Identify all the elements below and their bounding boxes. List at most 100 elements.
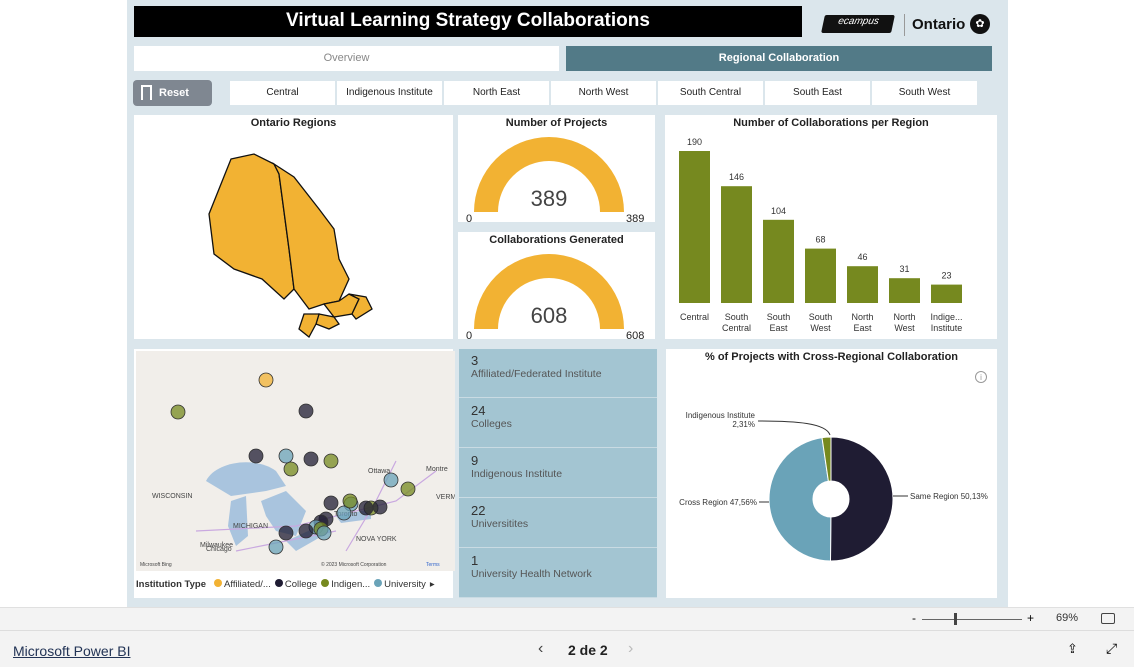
data-label: 146: [729, 172, 744, 182]
card-count: 22: [471, 503, 486, 518]
next-page-icon[interactable]: ›: [628, 640, 633, 658]
zoom-slider-handle[interactable]: [954, 613, 957, 625]
slicer-north-west[interactable]: North West: [551, 81, 656, 105]
slice-label-indigenous-value: 2,31%: [732, 420, 755, 429]
prev-page-icon[interactable]: ‹: [538, 640, 543, 658]
zoom-slider[interactable]: [922, 619, 1022, 620]
institution-dot[interactable]: [400, 481, 416, 497]
legend-item[interactable]: College: [274, 579, 317, 590]
reset-label: Reset: [159, 87, 189, 99]
card-label: Universitites: [471, 518, 529, 530]
category-label: North East: [851, 312, 873, 333]
bar-chart: 190 Central 146 South Central 104 South East 68 S…: [679, 137, 963, 333]
slicer-central[interactable]: Central: [230, 81, 335, 105]
slicer-indigenous-institute[interactable]: Indigenous Institute: [337, 81, 442, 105]
share-icon[interactable]: ⇪: [1067, 641, 1078, 657]
institution-dot[interactable]: [278, 448, 294, 464]
slicer-south-west[interactable]: South West: [872, 81, 977, 105]
legend-label: Affiliated/...: [224, 579, 271, 590]
tab-overview[interactable]: Overview: [134, 46, 559, 71]
map-label: NOVA YORK: [356, 536, 397, 543]
bar[interactable]: [763, 219, 794, 303]
data-label: 68: [815, 235, 825, 245]
zoom-out-button[interactable]: -: [912, 611, 916, 625]
gauge-min: 0: [466, 213, 472, 222]
legend-item[interactable]: University: [374, 579, 426, 590]
bubble-map[interactable]: WISCONSINMICHIGANMilwaukeeChicagoOttawa M…: [136, 351, 455, 571]
institution-dot[interactable]: [248, 448, 264, 464]
collaborations-bar-panel: Number of Collaborations per Region 190 C…: [665, 115, 997, 339]
bar[interactable]: [805, 248, 836, 303]
institution-dot[interactable]: [283, 461, 299, 477]
chart-title: Number of Collaborations per Region: [733, 117, 929, 129]
donut-slice[interactable]: [768, 437, 832, 562]
map-legend: Institution Type Affiliated/... College In…: [136, 579, 435, 590]
ontario-map[interactable]: [134, 129, 453, 339]
slice-label-same-region: Same Region 50,13%: [910, 492, 988, 501]
terms-link[interactable]: Terms: [426, 562, 440, 568]
institution-dot[interactable]: [372, 499, 388, 515]
category-label: Central: [680, 312, 709, 322]
institution-dot[interactable]: [170, 404, 186, 420]
donut-chart: Same Region 50,13% Cross Region 47,56% Ind…: [679, 411, 988, 562]
ontario-logo: Ontario: [912, 16, 966, 33]
legend-next-icon[interactable]: ▸: [430, 579, 435, 590]
institution-dot[interactable]: [323, 495, 339, 511]
institution-dot[interactable]: [298, 523, 314, 539]
institution-dot[interactable]: [323, 453, 339, 469]
bar[interactable]: [889, 278, 920, 303]
category-label: South West: [809, 312, 833, 333]
bar[interactable]: [721, 186, 752, 303]
institution-dot[interactable]: [258, 372, 274, 388]
reset-button[interactable]: Reset: [133, 80, 212, 106]
institution-dot[interactable]: [303, 451, 319, 467]
institution-dot[interactable]: [358, 500, 374, 516]
slicer-south-central[interactable]: South Central: [658, 81, 763, 105]
bar[interactable]: [679, 151, 710, 303]
bar[interactable]: [847, 266, 878, 303]
donut-slice[interactable]: [829, 436, 894, 562]
institution-card: 9 Indigenous Institute: [459, 449, 657, 498]
card-label: Colleges: [471, 418, 512, 430]
institution-dot[interactable]: [298, 403, 314, 419]
institution-dot[interactable]: [278, 525, 294, 541]
trillium-icon: ✿: [970, 14, 990, 34]
institution-dot[interactable]: [316, 525, 332, 541]
powerbi-link[interactable]: Microsoft Power BI: [13, 643, 130, 659]
data-label: 23: [941, 271, 951, 281]
gauge-value: 608: [531, 303, 568, 328]
report-title: Virtual Learning Strategy Collaborations: [134, 6, 802, 37]
map-label: WISCONSIN: [152, 493, 192, 500]
slicer-north-east[interactable]: North East: [444, 81, 549, 105]
legend-item[interactable]: Affiliated/...: [214, 579, 271, 590]
panel-title: Ontario Regions: [250, 117, 337, 129]
tab-regional-collaboration[interactable]: Regional Collaboration: [566, 46, 992, 71]
legend-dot: [274, 579, 283, 587]
card-label: University Health Network: [471, 568, 592, 580]
bar[interactable]: [931, 284, 962, 303]
gauge-min: 0: [466, 330, 472, 339]
fullscreen-icon[interactable]: ⤢: [1106, 640, 1117, 657]
map-attribution: © 2023 Microsoft Corporation: [321, 561, 387, 568]
institution-card: 3 Affiliated/Federated Institute: [459, 349, 657, 398]
projects-gauge: 389 0 389: [466, 137, 644, 222]
category-label: North West: [893, 312, 915, 333]
panel-title: Collaborations Generated: [489, 234, 624, 246]
legend-item[interactable]: Indigen...: [321, 579, 370, 590]
institution-card: 22 Universitites: [459, 499, 657, 548]
institution-dot[interactable]: [268, 539, 284, 555]
legend-dot: [374, 579, 383, 587]
cross-regional-panel: % of Projects with Cross-Regional Collab…: [666, 349, 997, 598]
institution-dot[interactable]: [342, 493, 358, 509]
zoom-in-button[interactable]: +: [1027, 611, 1034, 625]
bing-logo: Microsoft Bing: [140, 562, 172, 568]
slicer-south-east[interactable]: South East: [765, 81, 870, 105]
page-indicator: 2 de 2: [568, 642, 608, 658]
card-count: 24: [471, 403, 486, 418]
institution-dot[interactable]: [383, 472, 399, 488]
gauge-max: 608: [626, 330, 644, 339]
legend-dot: [321, 579, 330, 587]
legend-label: Indigen...: [331, 579, 371, 590]
fit-page-icon[interactable]: [1101, 613, 1115, 624]
slice-label-cross-region: Cross Region 47,56%: [679, 498, 757, 507]
